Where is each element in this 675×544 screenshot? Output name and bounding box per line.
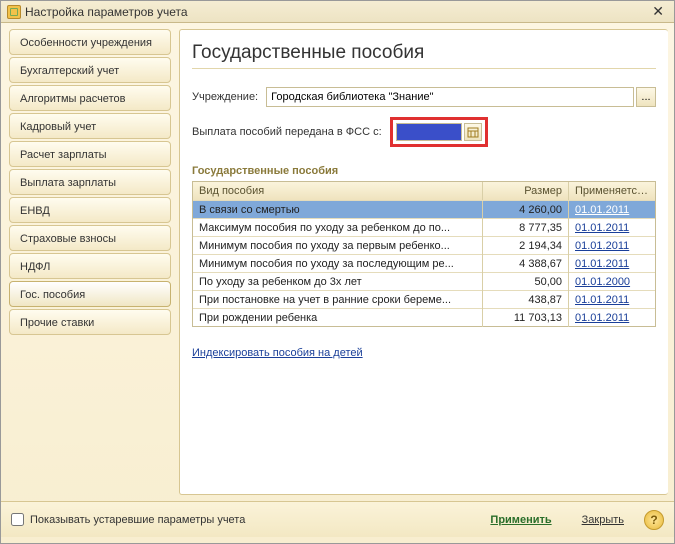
apply-button[interactable]: Применить xyxy=(478,509,563,531)
cell-date: 01.01.2011 xyxy=(569,201,655,219)
sidebar-item[interactable]: Особенности учреждения xyxy=(9,29,171,55)
table-row[interactable]: Минимум пособия по уходу за первым ребен… xyxy=(193,236,655,254)
institution-value: Городская библиотека "Знание" xyxy=(271,91,433,103)
window-title: Настройка параметров учета xyxy=(25,5,188,19)
col-header-name[interactable]: Вид пособия xyxy=(193,182,483,200)
cell-date: 01.01.2011 xyxy=(569,309,655,327)
page-title: Государственные пособия xyxy=(192,42,656,64)
table-row[interactable]: По уходу за ребенком до 3х лет50,00 01.01… xyxy=(193,272,655,290)
body: Особенности учрежденияБухгалтерский учет… xyxy=(1,23,674,501)
table-row[interactable]: При постановке на учет в ранние сроки бе… xyxy=(193,290,655,308)
fss-date-input[interactable] xyxy=(396,123,462,141)
cell-name: Минимум пособия по уходу за первым ребен… xyxy=(193,237,483,255)
date-link[interactable]: 01.01.2011 xyxy=(575,294,629,306)
sidebar-item[interactable]: ЕНВД xyxy=(9,197,171,223)
calendar-icon xyxy=(467,126,479,138)
index-link-row: Индексировать пособия на детей xyxy=(192,347,656,359)
cell-name: Минимум пособия по уходу за последующим … xyxy=(193,255,483,273)
sidebar-item[interactable]: Алгоритмы расчетов xyxy=(9,85,171,111)
sidebar-item[interactable]: Страховые взносы xyxy=(9,225,171,251)
sidebar-item[interactable]: Гос. пособия xyxy=(9,281,171,307)
cell-size: 8 777,35 xyxy=(483,219,569,237)
date-link[interactable]: 01.01.2011 xyxy=(575,204,629,216)
cell-name: По уходу за ребенком до 3х лет xyxy=(193,273,483,291)
divider xyxy=(192,68,656,69)
footer: Показывать устаревшие параметры учета Пр… xyxy=(1,501,674,537)
show-obsolete-input[interactable] xyxy=(11,513,24,526)
table-row[interactable]: Минимум пособия по уходу за последующим … xyxy=(193,254,655,272)
cell-size: 11 703,13 xyxy=(483,309,569,327)
benefits-table: Вид пособия Размер Применяется с В связи… xyxy=(192,181,656,327)
fss-row: Выплата пособий передана в ФСС с: xyxy=(192,117,656,147)
col-header-size[interactable]: Размер xyxy=(483,182,569,200)
date-link[interactable]: 01.01.2011 xyxy=(575,222,629,234)
sidebar-item[interactable]: Прочие ставки xyxy=(9,309,171,335)
close-button[interactable]: Закрыть xyxy=(570,509,636,531)
fss-date-highlight xyxy=(390,117,488,147)
show-obsolete-label: Показывать устаревшие параметры учета xyxy=(30,514,245,526)
cell-size: 4 260,00 xyxy=(483,201,569,219)
sidebar-item[interactable]: Выплата зарплаты xyxy=(9,169,171,195)
institution-row: Учреждение: Городская библиотека "Знание… xyxy=(192,87,656,107)
table-row[interactable]: В связи со смертью4 260,00 01.01.2011 xyxy=(193,200,655,218)
date-link[interactable]: 01.01.2011 xyxy=(575,312,629,324)
cell-name: При рождении ребенка xyxy=(193,309,483,327)
cell-size: 50,00 xyxy=(483,273,569,291)
index-benefits-link[interactable]: Индексировать пособия на детей xyxy=(192,347,363,359)
settings-window: Настройка параметров учета ✕ Особенности… xyxy=(0,0,675,544)
date-link[interactable]: 01.01.2000 xyxy=(575,276,630,288)
institution-label: Учреждение: xyxy=(192,91,258,103)
cell-size: 438,87 xyxy=(483,291,569,309)
cell-name: В связи со смертью xyxy=(193,201,483,219)
cell-date: 01.01.2011 xyxy=(569,237,655,255)
table-header: Вид пособия Размер Применяется с xyxy=(193,182,655,200)
help-button[interactable]: ? xyxy=(644,510,664,530)
table-body: В связи со смертью4 260,00 01.01.2011 Макс… xyxy=(193,200,655,326)
calendar-button[interactable] xyxy=(464,123,482,141)
app-icon xyxy=(7,5,21,19)
cell-name: Максимум пособия по уходу за ребенком до… xyxy=(193,219,483,237)
main-panel: Государственные пособия Учреждение: Горо… xyxy=(179,29,668,495)
sidebar-item[interactable]: Расчет зарплаты xyxy=(9,141,171,167)
show-obsolete-checkbox[interactable]: Показывать устаревшие параметры учета xyxy=(11,513,245,526)
fss-label: Выплата пособий передана в ФСС с: xyxy=(192,126,382,138)
cell-name: При постановке на учет в ранние сроки бе… xyxy=(193,291,483,309)
cell-date: 01.01.2011 xyxy=(569,291,655,309)
table-row[interactable]: Максимум пособия по уходу за ребенком до… xyxy=(193,218,655,236)
cell-size: 2 194,34 xyxy=(483,237,569,255)
sidebar: Особенности учрежденияБухгалтерский учет… xyxy=(1,23,179,501)
cell-date: 01.01.2011 xyxy=(569,255,655,273)
cell-date: 01.01.2011 xyxy=(569,219,655,237)
sidebar-item[interactable]: Бухгалтерский учет xyxy=(9,57,171,83)
section-title: Государственные пособия xyxy=(192,165,656,177)
institution-input[interactable]: Городская библиотека "Знание" xyxy=(266,87,634,107)
cell-date: 01.01.2000 xyxy=(569,273,655,291)
sidebar-item[interactable]: НДФЛ xyxy=(9,253,171,279)
close-icon[interactable]: ✕ xyxy=(648,3,668,20)
date-link[interactable]: 01.01.2011 xyxy=(575,258,629,270)
date-link[interactable]: 01.01.2011 xyxy=(575,240,629,252)
col-header-date[interactable]: Применяется с xyxy=(569,182,655,200)
institution-select-button[interactable]: ... xyxy=(636,87,656,107)
sidebar-item[interactable]: Кадровый учет xyxy=(9,113,171,139)
cell-size: 4 388,67 xyxy=(483,255,569,273)
titlebar: Настройка параметров учета ✕ xyxy=(1,1,674,23)
table-row[interactable]: При рождении ребенка11 703,13 01.01.2011 xyxy=(193,308,655,326)
